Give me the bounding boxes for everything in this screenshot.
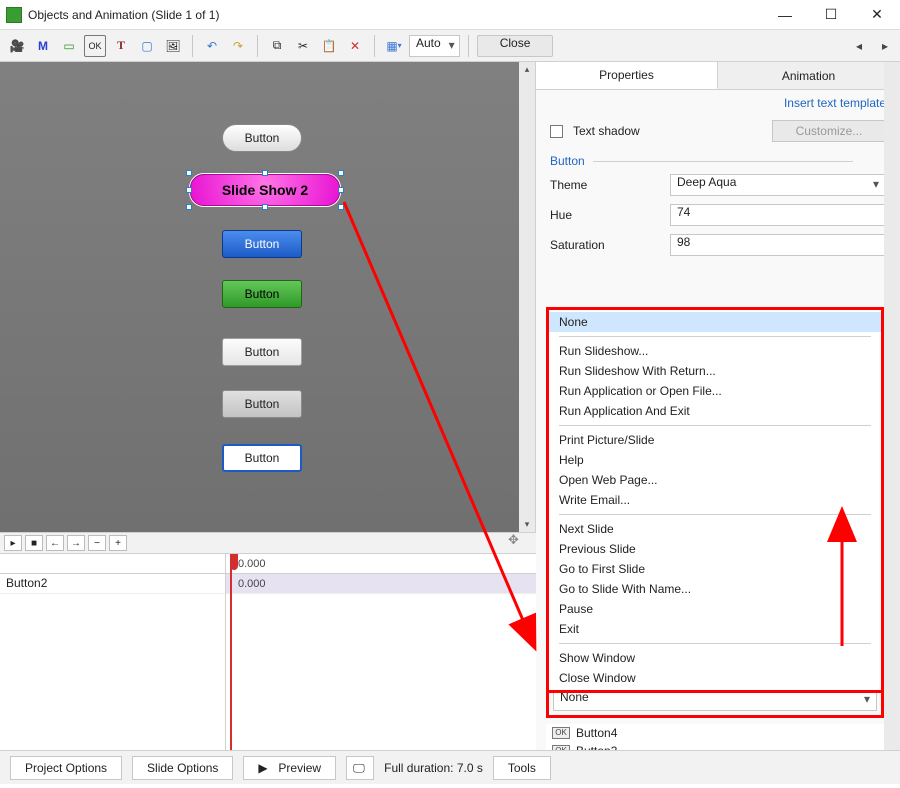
timeline-toolbar: ▸ ■ ← → − + ✥ bbox=[0, 532, 536, 554]
cut-icon[interactable]: ✂ bbox=[292, 35, 314, 57]
action-option-close-window[interactable]: Close Window bbox=[549, 668, 881, 688]
action-option-run-return[interactable]: Run Slideshow With Return... bbox=[549, 361, 881, 381]
canvas-button-5[interactable]: Button bbox=[222, 338, 302, 366]
playhead[interactable] bbox=[230, 554, 232, 750]
saturation-label: Saturation bbox=[550, 238, 660, 252]
canvas-wrap: Button Slide Show 2 Button Button Button… bbox=[0, 62, 536, 532]
mask-icon[interactable]: M bbox=[32, 35, 54, 57]
grid-icon[interactable]: ▦▾ bbox=[383, 35, 405, 57]
theme-select[interactable]: Deep Aqua bbox=[670, 174, 886, 196]
text-shadow-label: Text shadow bbox=[573, 124, 640, 138]
properties-panel: Properties Animation Insert text templat… bbox=[536, 62, 900, 750]
action-option-gotoname[interactable]: Go to Slide With Name... bbox=[549, 579, 881, 599]
frame-icon[interactable]: ▭ bbox=[58, 35, 80, 57]
prev-slide-icon[interactable]: ◂ bbox=[850, 39, 868, 53]
next-key-button[interactable]: → bbox=[67, 535, 85, 551]
bottom-bar: Project Options Slide Options ▶ Preview … bbox=[0, 750, 900, 784]
prev-key-button[interactable]: ← bbox=[46, 535, 64, 551]
action-option-exit[interactable]: Exit bbox=[549, 619, 881, 639]
delete-icon[interactable]: ✕ bbox=[344, 35, 366, 57]
zoom-select[interactable]: Auto bbox=[409, 35, 460, 57]
stop-button[interactable]: ■ bbox=[25, 535, 43, 551]
move-handle-icon[interactable]: ✥ bbox=[508, 532, 532, 554]
action-option-run-slideshow[interactable]: Run Slideshow... bbox=[549, 341, 881, 361]
monitor-icon: 🖵 bbox=[353, 761, 367, 775]
canvas-button-1[interactable]: Button bbox=[222, 124, 302, 152]
play-button[interactable]: ▸ bbox=[4, 535, 22, 551]
window-title: Objects and Animation (Slide 1 of 1) bbox=[28, 8, 762, 22]
image-icon[interactable]: 🖼 bbox=[162, 35, 184, 57]
action-option-show-window[interactable]: Show Window bbox=[549, 648, 881, 668]
project-options-button[interactable]: Project Options bbox=[10, 756, 122, 780]
slide-options-button[interactable]: Slide Options bbox=[132, 756, 233, 780]
tab-properties[interactable]: Properties bbox=[536, 62, 718, 89]
action-option-pause[interactable]: Pause bbox=[549, 599, 881, 619]
rectangle-icon[interactable]: ▢ bbox=[136, 35, 158, 57]
canvas-button-4[interactable]: Button bbox=[222, 280, 302, 308]
tab-animation[interactable]: Animation bbox=[718, 62, 900, 89]
minimize-button[interactable]: — bbox=[762, 0, 808, 30]
maximize-button[interactable]: ☐ bbox=[808, 0, 854, 30]
canvas-button-3[interactable]: Button bbox=[222, 230, 302, 258]
object-icon: OK bbox=[552, 745, 570, 750]
canvas-button-6[interactable]: Button bbox=[222, 390, 302, 418]
action-option-email[interactable]: Write Email... bbox=[549, 490, 881, 510]
hue-label: Hue bbox=[550, 208, 660, 222]
left-column: Button Slide Show 2 Button Button Button… bbox=[0, 62, 536, 750]
object-row-button3[interactable]: OK Button3 bbox=[546, 742, 884, 750]
timeline-track-row[interactable]: 0.000 bbox=[226, 574, 536, 594]
undo-icon[interactable]: ↶ bbox=[201, 35, 223, 57]
object-list: OK Button4 OK Button3 OK Button2 OK Butt… bbox=[546, 724, 884, 750]
action-option-print[interactable]: Print Picture/Slide bbox=[549, 430, 881, 450]
action-option-first[interactable]: Go to First Slide bbox=[549, 559, 881, 579]
action-option-run-app[interactable]: Run Application or Open File... bbox=[549, 381, 881, 401]
action-option-next[interactable]: Next Slide bbox=[549, 519, 881, 539]
action-option-web[interactable]: Open Web Page... bbox=[549, 470, 881, 490]
text-shadow-checkbox[interactable] bbox=[550, 125, 563, 138]
theme-label: Theme bbox=[550, 178, 660, 192]
main-toolbar: 🎥 M ▭ OK T ▢ 🖼 ↶ ↷ ⧉ ✂ 📋 ✕ ▦▾ Auto Close… bbox=[0, 30, 900, 62]
timeline-track-label[interactable]: Button2 bbox=[0, 574, 225, 594]
title-bar: Objects and Animation (Slide 1 of 1) — ☐… bbox=[0, 0, 900, 30]
slide-canvas[interactable]: Button Slide Show 2 Button Button Button… bbox=[0, 62, 519, 532]
action-option-none[interactable]: None bbox=[549, 312, 881, 332]
object-row-button4[interactable]: OK Button4 bbox=[546, 724, 884, 742]
preview-icon: ▶ bbox=[258, 761, 272, 775]
tools-button[interactable]: Tools bbox=[493, 756, 551, 780]
button-icon[interactable]: OK bbox=[84, 35, 106, 57]
button-section-title: Button bbox=[536, 146, 900, 170]
action-option-run-exit[interactable]: Run Application And Exit bbox=[549, 401, 881, 421]
action-dropdown-list: None Run Slideshow... Run Slideshow With… bbox=[546, 307, 884, 693]
canvas-vscroll[interactable]: ▴ ▾ bbox=[519, 62, 535, 532]
full-duration-label: Full duration: 7.0 s bbox=[384, 761, 483, 775]
action-option-help[interactable]: Help bbox=[549, 450, 881, 470]
add-key-button[interactable]: + bbox=[109, 535, 127, 551]
remove-key-button[interactable]: − bbox=[88, 535, 106, 551]
timeline: Button2 0.000 0.000 bbox=[0, 554, 536, 750]
text-icon[interactable]: T bbox=[110, 35, 132, 57]
action-option-prev[interactable]: Previous Slide bbox=[549, 539, 881, 559]
insert-text-template-link[interactable]: Insert text template bbox=[536, 90, 900, 116]
close-button[interactable]: Close bbox=[477, 35, 554, 57]
customize-button[interactable]: Customize... bbox=[772, 120, 886, 142]
publish-button[interactable]: 🖵 bbox=[346, 756, 374, 780]
close-window-button[interactable]: ✕ bbox=[854, 0, 900, 30]
canvas-button-7[interactable]: Button bbox=[222, 444, 302, 472]
preview-button[interactable]: ▶ Preview bbox=[243, 756, 336, 780]
canvas-button-slideshow2-label: Slide Show 2 bbox=[222, 182, 308, 198]
timeline-ruler[interactable]: 0.000 bbox=[226, 554, 536, 574]
redo-icon[interactable]: ↷ bbox=[227, 35, 249, 57]
panel-tabs: Properties Animation bbox=[536, 62, 900, 90]
app-icon bbox=[6, 7, 22, 23]
copy-icon[interactable]: ⧉ bbox=[266, 35, 288, 57]
object-icon: OK bbox=[552, 727, 570, 739]
paste-icon[interactable]: 📋 bbox=[318, 35, 340, 57]
canvas-button-slideshow2[interactable]: Slide Show 2 bbox=[190, 174, 340, 206]
next-slide-icon[interactable]: ▸ bbox=[876, 39, 894, 53]
saturation-input[interactable]: 98 bbox=[670, 234, 886, 256]
panel-vscroll[interactable] bbox=[884, 62, 900, 750]
camera-icon[interactable]: 🎥 bbox=[6, 35, 28, 57]
hue-input[interactable]: 74 bbox=[670, 204, 886, 226]
